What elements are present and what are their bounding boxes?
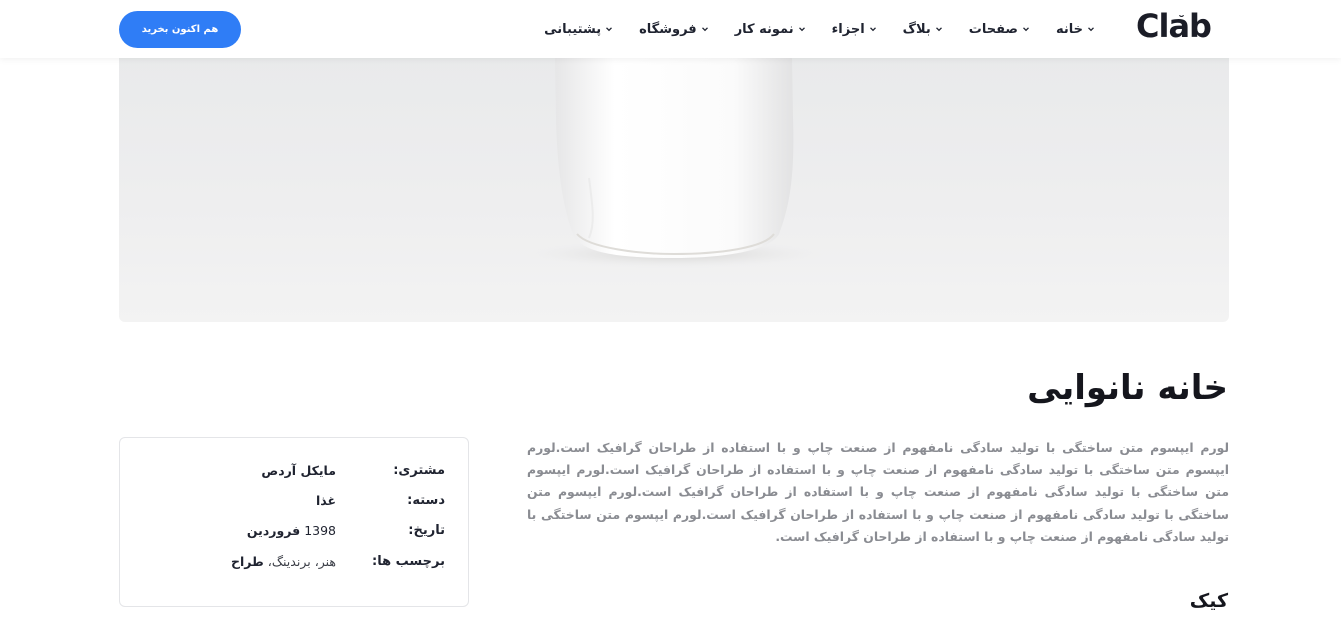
tag-link[interactable]: هنر [319,554,336,569]
nav-item-blog[interactable]: بلاگ [903,22,943,37]
category-value: غذا [316,493,336,508]
nav-item-label: بلاگ [902,21,931,37]
nav-item-label: خانه [1055,21,1083,37]
client-label: مشتری: [393,463,445,478]
nav-item-label: اجزاء [831,21,865,37]
chevron-down-icon [1088,27,1094,32]
tags-value: هنر، برندینگ، طراح [231,554,336,569]
project-title: خانه نانوایی [1027,368,1228,408]
nav-item-portfolio[interactable]: نمونه کار [735,22,806,37]
tag-link[interactable]: برندینگ [272,554,311,569]
section-subheading: کیک [1189,590,1228,612]
chevron-down-icon [935,27,942,32]
main-nav: خانه صفحات بلاگ اجزاء نمونه کار فروشگاه … [544,0,1095,58]
tags-label: برچسب ها: [372,554,445,569]
nav-item-label: نمونه کار [734,21,794,37]
logo-accent: ˘ [1178,14,1185,30]
info-row-tags: برچسب ها: هنر، برندینگ، طراح [120,554,470,576]
info-row-date: تاریخ: 1398 فروردین [120,523,470,545]
site-logo[interactable]: Clab ˘ [1136,6,1216,46]
buy-now-button[interactable]: هم اکنون بخرید [119,11,241,48]
date-label: تاریخ: [408,523,445,538]
project-info-card: مشتری: مایکل آردص دسته: غذا تاریخ: 1398 … [119,437,469,607]
project-description: لورم ایپسوم متن ساختگی با تولید سادگی نا… [527,440,1229,544]
info-row-client: مشتری: مایکل آردص [120,463,470,485]
category-label: دسته: [407,493,445,508]
nav-item-label: فروشگاه [639,21,697,37]
chevron-down-icon [701,27,708,32]
category-name: غذا [315,493,336,508]
nav-item-home[interactable]: خانه [1056,22,1095,37]
chevron-down-icon [869,27,876,32]
client-value: مایکل آردص [261,463,336,478]
project-hero-image [119,58,1229,322]
nav-item-label: پشتیبانی [544,21,602,37]
chevron-down-icon [606,27,613,32]
nav-item-elements[interactable]: اجزاء [832,22,877,37]
date-value: 1398 فروردین [247,523,336,538]
info-row-category: دسته: غذا [120,493,470,515]
nav-item-support[interactable]: پشتیبانی [544,22,613,37]
nav-item-pages[interactable]: صفحات [969,22,1030,37]
date-year: 1398 [304,523,336,538]
client-name: مایکل آردص [261,463,336,478]
chevron-down-icon [798,27,805,32]
nav-item-label: صفحات [968,21,1018,37]
date-month: فروردین [246,523,301,538]
product-pouch-illustration [524,58,824,268]
logo-text: Clab [1136,7,1212,45]
site-header: Clab ˘ خانه صفحات بلاگ اجزاء نمونه کار ف… [0,0,1341,58]
tag-link[interactable]: طراح [231,554,264,569]
chevron-down-icon [1023,27,1029,32]
nav-item-shop[interactable]: فروشگاه [639,22,709,37]
